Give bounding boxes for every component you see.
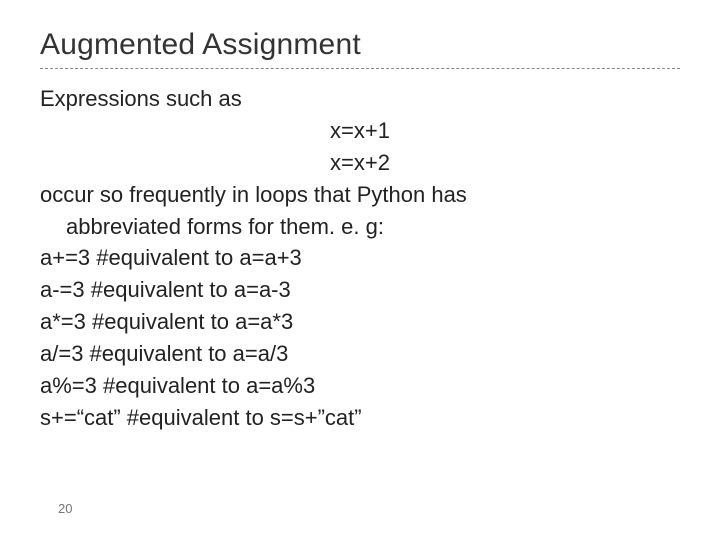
body-line: abbreviated forms for them. e. g:: [40, 211, 680, 243]
operator-example: s+=“cat” #equivalent to s=s+”cat”: [40, 402, 680, 434]
footer-accent: [40, 488, 50, 498]
slide: Augmented Assignment Expressions such as…: [0, 0, 720, 540]
operator-example: a%=3 #equivalent to a=a%3: [40, 370, 680, 402]
operator-example: a/=3 #equivalent to a=a/3: [40, 338, 680, 370]
body-line: occur so frequently in loops that Python…: [40, 179, 680, 211]
example-expression: x=x+1: [40, 115, 680, 147]
operator-example: a*=3 #equivalent to a=a*3: [40, 306, 680, 338]
slide-body: Expressions such as x=x+1 x=x+2 occur so…: [40, 83, 680, 434]
operator-example: a+=3 #equivalent to a=a+3: [40, 242, 680, 274]
slide-title: Augmented Assignment: [40, 28, 680, 69]
intro-line: Expressions such as: [40, 83, 680, 115]
operator-example: a-=3 #equivalent to a=a-3: [40, 274, 680, 306]
example-expression: x=x+2: [40, 147, 680, 179]
page-number: 20: [58, 501, 72, 516]
